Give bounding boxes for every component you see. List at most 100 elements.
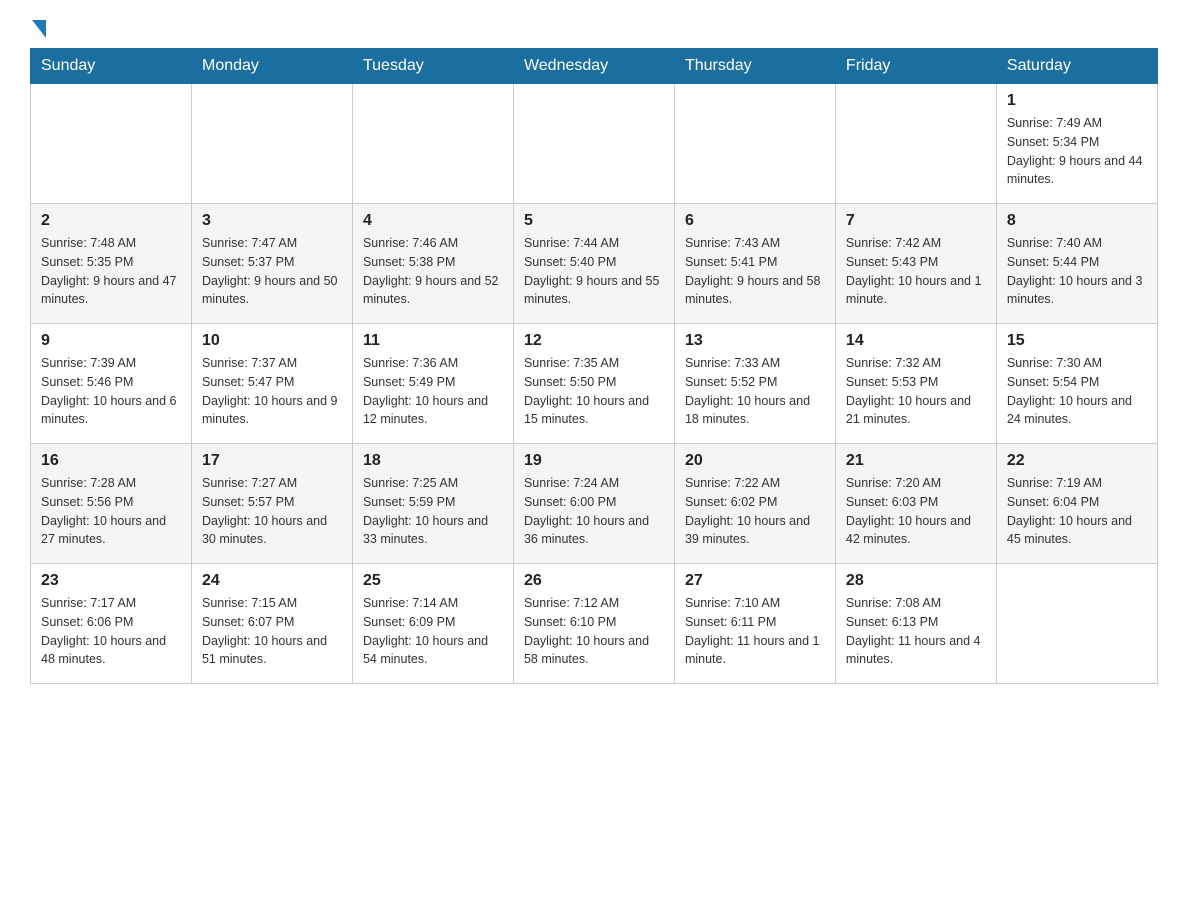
calendar-cell: 1 Sunrise: 7:49 AM Sunset: 5:34 PM Daylig… [996, 84, 1157, 204]
calendar-cell: 13 Sunrise: 7:33 AM Sunset: 5:52 PM Dayli… [674, 324, 835, 444]
logo-arrow-icon [32, 20, 46, 38]
day-of-week-header: Tuesday [352, 49, 513, 84]
calendar-cell: 20 Sunrise: 7:22 AM Sunset: 6:02 PM Dayli… [674, 444, 835, 564]
calendar-week-row: 1 Sunrise: 7:49 AM Sunset: 5:34 PM Daylig… [31, 84, 1158, 204]
day-info: Sunrise: 7:08 AM Sunset: 6:13 PM Dayligh… [846, 594, 986, 669]
day-info: Sunrise: 7:10 AM Sunset: 6:11 PM Dayligh… [685, 594, 825, 669]
day-info: Sunrise: 7:20 AM Sunset: 6:03 PM Dayligh… [846, 474, 986, 549]
day-number: 1 [1007, 92, 1147, 110]
day-number: 8 [1007, 212, 1147, 230]
day-of-week-header: Thursday [674, 49, 835, 84]
calendar-cell: 14 Sunrise: 7:32 AM Sunset: 5:53 PM Dayli… [835, 324, 996, 444]
calendar-cell: 11 Sunrise: 7:36 AM Sunset: 5:49 PM Dayli… [352, 324, 513, 444]
calendar-table: SundayMondayTuesdayWednesdayThursdayFrid… [30, 48, 1158, 684]
calendar-cell: 5Sunrise: 7:44 AM Sunset: 5:40 PM Daylig… [513, 204, 674, 324]
day-number: 6 [685, 212, 825, 230]
day-number: 14 [846, 332, 986, 350]
calendar-week-row: 9Sunrise: 7:39 AM Sunset: 5:46 PM Daylig… [31, 324, 1158, 444]
calendar-week-row: 2Sunrise: 7:48 AM Sunset: 5:35 PM Daylig… [31, 204, 1158, 324]
calendar-cell: 26 Sunrise: 7:12 AM Sunset: 6:10 PM Dayli… [513, 564, 674, 684]
day-number: 10 [202, 332, 342, 350]
calendar-cell: 4 Sunrise: 7:46 AM Sunset: 5:38 PM Daylig… [352, 204, 513, 324]
day-number: 7 [846, 212, 986, 230]
day-info: Sunrise: 7:37 AM Sunset: 5:47 PM Dayligh… [202, 354, 342, 429]
day-of-week-header: Wednesday [513, 49, 674, 84]
day-info: Sunrise: 7:12 AM Sunset: 6:10 PM Dayligh… [524, 594, 664, 669]
day-number: 22 [1007, 452, 1147, 470]
calendar-cell: 3 Sunrise: 7:47 AM Sunset: 5:37 PM Daylig… [191, 204, 352, 324]
day-info: Sunrise: 7:30 AM Sunset: 5:54 PM Dayligh… [1007, 354, 1147, 429]
calendar-cell: 21 Sunrise: 7:20 AM Sunset: 6:03 PM Dayli… [835, 444, 996, 564]
day-info: Sunrise: 7:22 AM Sunset: 6:02 PM Dayligh… [685, 474, 825, 549]
day-number: 18 [363, 452, 503, 470]
calendar-cell: 15 Sunrise: 7:30 AM Sunset: 5:54 PM Dayli… [996, 324, 1157, 444]
day-info: Sunrise: 7:46 AM Sunset: 5:38 PM Dayligh… [363, 234, 503, 309]
day-info: Sunrise: 7:28 AM Sunset: 5:56 PM Dayligh… [41, 474, 181, 549]
day-number: 16 [41, 452, 181, 470]
calendar-week-row: 16 Sunrise: 7:28 AM Sunset: 5:56 PM Dayli… [31, 444, 1158, 564]
day-info: Sunrise: 7:39 AM Sunset: 5:46 PM Dayligh… [41, 354, 181, 429]
day-number: 15 [1007, 332, 1147, 350]
day-number: 27 [685, 572, 825, 590]
day-number: 12 [524, 332, 664, 350]
day-number: 11 [363, 332, 503, 350]
calendar-cell: 8 Sunrise: 7:40 AM Sunset: 5:44 PM Daylig… [996, 204, 1157, 324]
calendar-cell: 28 Sunrise: 7:08 AM Sunset: 6:13 PM Dayli… [835, 564, 996, 684]
day-info: Sunrise: 7:47 AM Sunset: 5:37 PM Dayligh… [202, 234, 342, 309]
calendar-cell: 18Sunrise: 7:25 AM Sunset: 5:59 PM Dayli… [352, 444, 513, 564]
calendar-cell: 6 Sunrise: 7:43 AM Sunset: 5:41 PM Daylig… [674, 204, 835, 324]
calendar-cell: 23 Sunrise: 7:17 AM Sunset: 6:06 PM Dayli… [31, 564, 192, 684]
day-of-week-header: Saturday [996, 49, 1157, 84]
day-info: Sunrise: 7:14 AM Sunset: 6:09 PM Dayligh… [363, 594, 503, 669]
day-info: Sunrise: 7:27 AM Sunset: 5:57 PM Dayligh… [202, 474, 342, 549]
day-number: 19 [524, 452, 664, 470]
page-header [30, 20, 1158, 38]
day-number: 13 [685, 332, 825, 350]
day-number: 25 [363, 572, 503, 590]
day-info: Sunrise: 7:42 AM Sunset: 5:43 PM Dayligh… [846, 234, 986, 309]
day-number: 2 [41, 212, 181, 230]
day-info: Sunrise: 7:36 AM Sunset: 5:49 PM Dayligh… [363, 354, 503, 429]
day-info: Sunrise: 7:40 AM Sunset: 5:44 PM Dayligh… [1007, 234, 1147, 309]
day-number: 26 [524, 572, 664, 590]
day-info: Sunrise: 7:24 AM Sunset: 6:00 PM Dayligh… [524, 474, 664, 549]
day-info: Sunrise: 7:17 AM Sunset: 6:06 PM Dayligh… [41, 594, 181, 669]
day-number: 4 [363, 212, 503, 230]
calendar-cell: 12 Sunrise: 7:35 AM Sunset: 5:50 PM Dayli… [513, 324, 674, 444]
day-info: Sunrise: 7:49 AM Sunset: 5:34 PM Dayligh… [1007, 114, 1147, 189]
calendar-cell: 24 Sunrise: 7:15 AM Sunset: 6:07 PM Dayli… [191, 564, 352, 684]
day-number: 20 [685, 452, 825, 470]
logo [30, 20, 48, 38]
calendar-cell [996, 564, 1157, 684]
calendar-cell: 10 Sunrise: 7:37 AM Sunset: 5:47 PM Dayli… [191, 324, 352, 444]
calendar-header-row: SundayMondayTuesdayWednesdayThursdayFrid… [31, 49, 1158, 84]
calendar-cell: 9Sunrise: 7:39 AM Sunset: 5:46 PM Daylig… [31, 324, 192, 444]
day-number: 17 [202, 452, 342, 470]
calendar-cell: 25 Sunrise: 7:14 AM Sunset: 6:09 PM Dayli… [352, 564, 513, 684]
day-info: Sunrise: 7:15 AM Sunset: 6:07 PM Dayligh… [202, 594, 342, 669]
calendar-cell [352, 84, 513, 204]
day-number: 23 [41, 572, 181, 590]
calendar-cell [513, 84, 674, 204]
calendar-cell: 17 Sunrise: 7:27 AM Sunset: 5:57 PM Dayli… [191, 444, 352, 564]
day-of-week-header: Monday [191, 49, 352, 84]
calendar-week-row: 23 Sunrise: 7:17 AM Sunset: 6:06 PM Dayli… [31, 564, 1158, 684]
calendar-cell [191, 84, 352, 204]
day-number: 21 [846, 452, 986, 470]
calendar-cell: 27 Sunrise: 7:10 AM Sunset: 6:11 PM Dayli… [674, 564, 835, 684]
calendar-cell [835, 84, 996, 204]
day-number: 28 [846, 572, 986, 590]
calendar-cell: 22Sunrise: 7:19 AM Sunset: 6:04 PM Dayli… [996, 444, 1157, 564]
day-number: 3 [202, 212, 342, 230]
day-info: Sunrise: 7:33 AM Sunset: 5:52 PM Dayligh… [685, 354, 825, 429]
day-number: 24 [202, 572, 342, 590]
day-info: Sunrise: 7:43 AM Sunset: 5:41 PM Dayligh… [685, 234, 825, 309]
day-of-week-header: Friday [835, 49, 996, 84]
calendar-cell: 7 Sunrise: 7:42 AM Sunset: 5:43 PM Daylig… [835, 204, 996, 324]
day-info: Sunrise: 7:32 AM Sunset: 5:53 PM Dayligh… [846, 354, 986, 429]
day-info: Sunrise: 7:35 AM Sunset: 5:50 PM Dayligh… [524, 354, 664, 429]
calendar-cell [674, 84, 835, 204]
calendar-cell [31, 84, 192, 204]
day-of-week-header: Sunday [31, 49, 192, 84]
calendar-cell: 19 Sunrise: 7:24 AM Sunset: 6:00 PM Dayli… [513, 444, 674, 564]
